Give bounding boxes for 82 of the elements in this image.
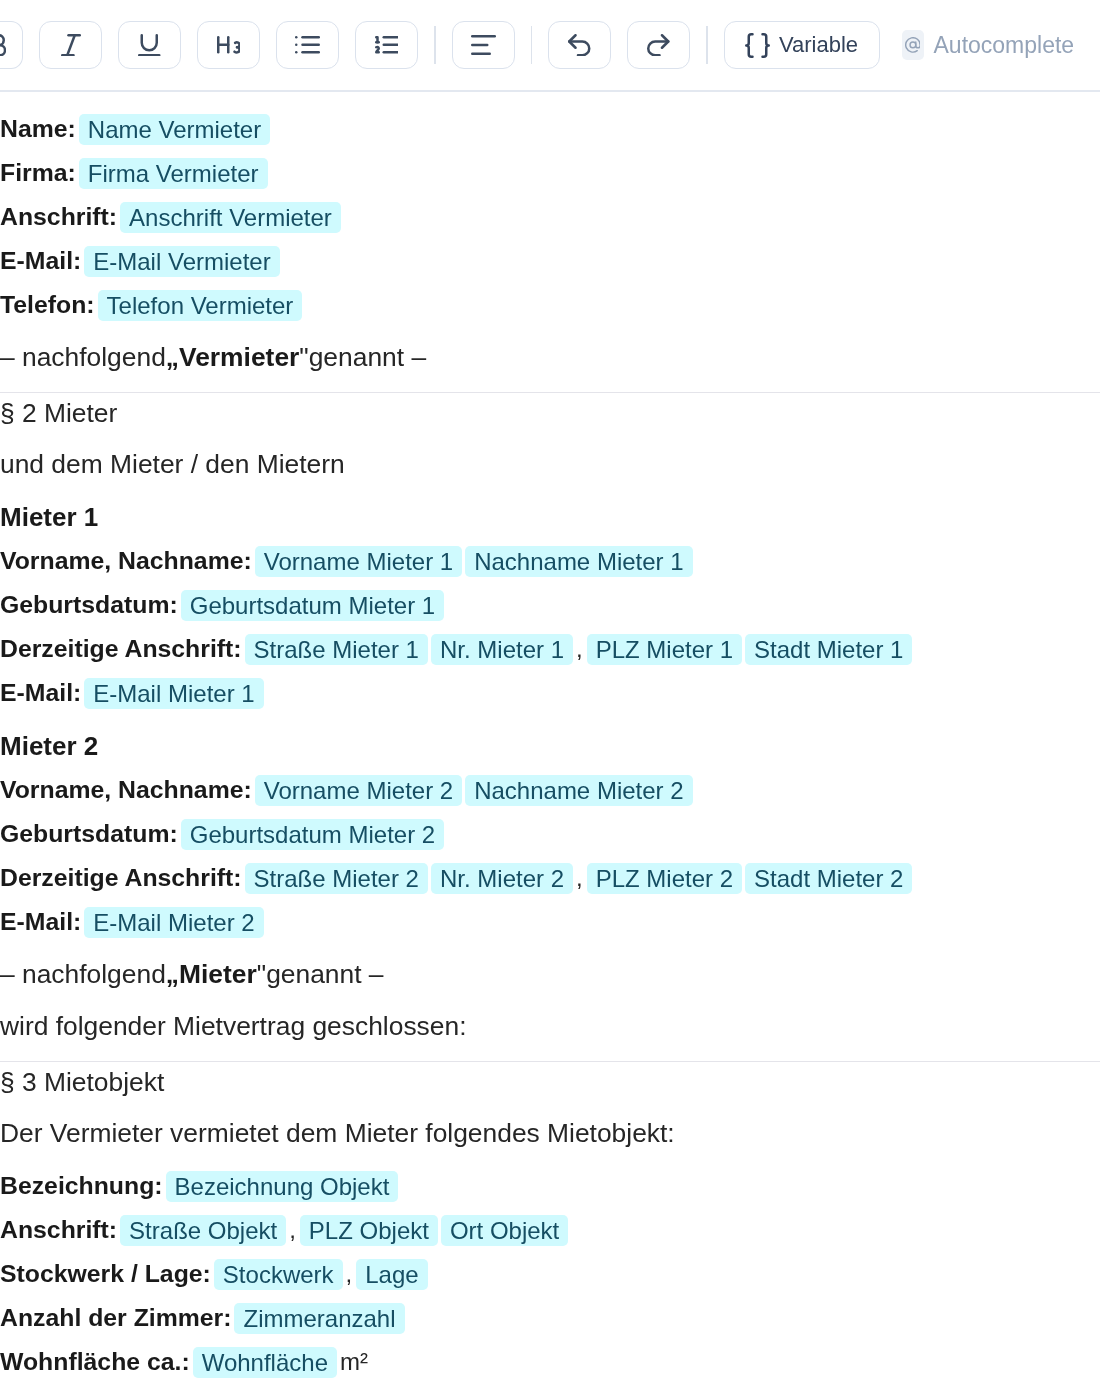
field-text: , — [345, 1260, 353, 1288]
paragraph-text: Der Vermieter vermietet dem Mieter folgendes Mietobjekt: — [0, 1117, 676, 1150]
block-title: Mieter 1 — [0, 500, 100, 534]
redo-icon — [647, 33, 670, 57]
bullet-list-icon — [295, 36, 320, 54]
variable-chip: Geburtsdatum Mieter 2 — [180, 818, 445, 850]
numbered-list-button[interactable] — [355, 21, 418, 69]
field-label: Geburtsdatum: — [0, 820, 178, 848]
variable-chip: Name Vermieter — [78, 113, 271, 145]
field-label: E-Mail: — [0, 247, 82, 275]
variable-chip: Geburtsdatum Mieter 1 — [180, 589, 445, 621]
block-title: Mieter 2 — [0, 729, 100, 763]
field-label: Telefon: — [0, 291, 95, 319]
variable-chip: Wohnfläche — [192, 1346, 337, 1378]
variable-chip: E-Mail Vermieter — [84, 245, 280, 277]
align-left-icon — [470, 35, 496, 55]
bold-icon — [0, 33, 7, 57]
field-label: Bezeichnung: — [0, 1172, 163, 1200]
variable-chip: Nr. Mieter 2 — [430, 862, 573, 894]
field-label: E-Mail: — [0, 679, 82, 707]
underline-button[interactable] — [118, 21, 181, 69]
bold-button[interactable] — [0, 21, 23, 69]
field-label: Firma: — [0, 159, 76, 187]
field-label: Vorname, Nachname: — [0, 547, 252, 575]
redo-button[interactable] — [627, 21, 690, 69]
variable-chip: Lage — [356, 1258, 428, 1290]
field-label: Geburtsdatum: — [0, 591, 178, 619]
variable-chip: Nachname Mieter 2 — [465, 774, 693, 806]
field-text: , — [576, 864, 583, 892]
variable-chip: Ort Objekt — [440, 1214, 569, 1246]
paragraph-text: und dem Mieter / den Mietern — [0, 448, 346, 481]
variable-button[interactable]: Variable — [723, 21, 880, 69]
variable-chip: PLZ Mieter 1 — [586, 633, 743, 665]
variable-chip: Vorname Mieter 2 — [254, 774, 463, 806]
variable-chip: Zimmeranzahl — [234, 1302, 405, 1334]
field-label: Anzahl der Zimmer: — [0, 1304, 232, 1332]
variable-chip: PLZ Mieter 2 — [586, 862, 743, 894]
variable-chip: E-Mail Mieter 2 — [84, 906, 264, 938]
braces-icon — [744, 32, 770, 58]
variable-chip: Anschrift Vermieter — [120, 201, 341, 233]
variable-chip: Nr. Mieter 1 — [430, 633, 573, 665]
variable-chip: Bezeichnung Objekt — [165, 1170, 399, 1202]
variable-chip: Straße Mieter 2 — [244, 862, 428, 894]
heading-icon — [216, 36, 241, 54]
field-label: Vorname, Nachname: — [0, 776, 252, 804]
field-label: Derzeitige Anschrift: — [0, 635, 242, 663]
field-label: Wohnfläche ca.: — [0, 1348, 190, 1376]
variable-chip: Nachname Mieter 1 — [465, 545, 693, 577]
italic-icon — [60, 33, 81, 57]
variable-chip: PLZ Objekt — [299, 1214, 438, 1246]
bullet-list-button[interactable] — [276, 21, 339, 69]
section-heading: § 2 Mieter — [0, 392, 1100, 433]
heading-button[interactable] — [197, 21, 260, 69]
at-sign-icon — [901, 30, 924, 60]
underline-icon — [138, 33, 161, 57]
variable-chip: Telefon Vermieter — [97, 289, 303, 321]
paragraph-text: – nachfolgend„Mieter"genannt – — [0, 958, 385, 991]
paragraph-text: wird folgender Mietvertrag geschlossen: — [0, 1010, 468, 1043]
variable-chip: Stadt Mieter 1 — [745, 633, 913, 665]
variable-chip: Straße Mieter 1 — [244, 633, 428, 665]
field-label: E-Mail: — [0, 908, 82, 936]
variable-chip: Straße Objekt — [120, 1214, 287, 1246]
field-text: , — [289, 1216, 296, 1244]
field-label: Name: — [0, 115, 76, 143]
undo-button[interactable] — [548, 21, 611, 69]
field-label: Stockwerk / Lage: — [0, 1260, 211, 1288]
field-label: Derzeitige Anschrift: — [0, 864, 242, 892]
italic-button[interactable] — [39, 21, 102, 69]
field-label: Anschrift: — [0, 203, 118, 231]
paragraph-text: – nachfolgend„Vermieter"genannt – — [0, 341, 428, 374]
section-heading: § 3 Mietobjekt — [0, 1061, 1100, 1102]
variable-chip: Firma Vermieter — [78, 157, 268, 189]
field-label: Anschrift: — [0, 1216, 118, 1244]
field-text: , — [576, 635, 583, 663]
undo-icon — [568, 33, 591, 57]
variable-chip: Stockwerk — [213, 1258, 343, 1290]
variable-chip: Stadt Mieter 2 — [745, 862, 913, 894]
variable-chip: Vorname Mieter 1 — [254, 545, 463, 577]
numbered-list-icon — [374, 36, 399, 54]
field-text: m² — [340, 1348, 368, 1376]
variable-chip: E-Mail Mieter 1 — [84, 677, 264, 709]
align-button[interactable] — [451, 21, 515, 69]
